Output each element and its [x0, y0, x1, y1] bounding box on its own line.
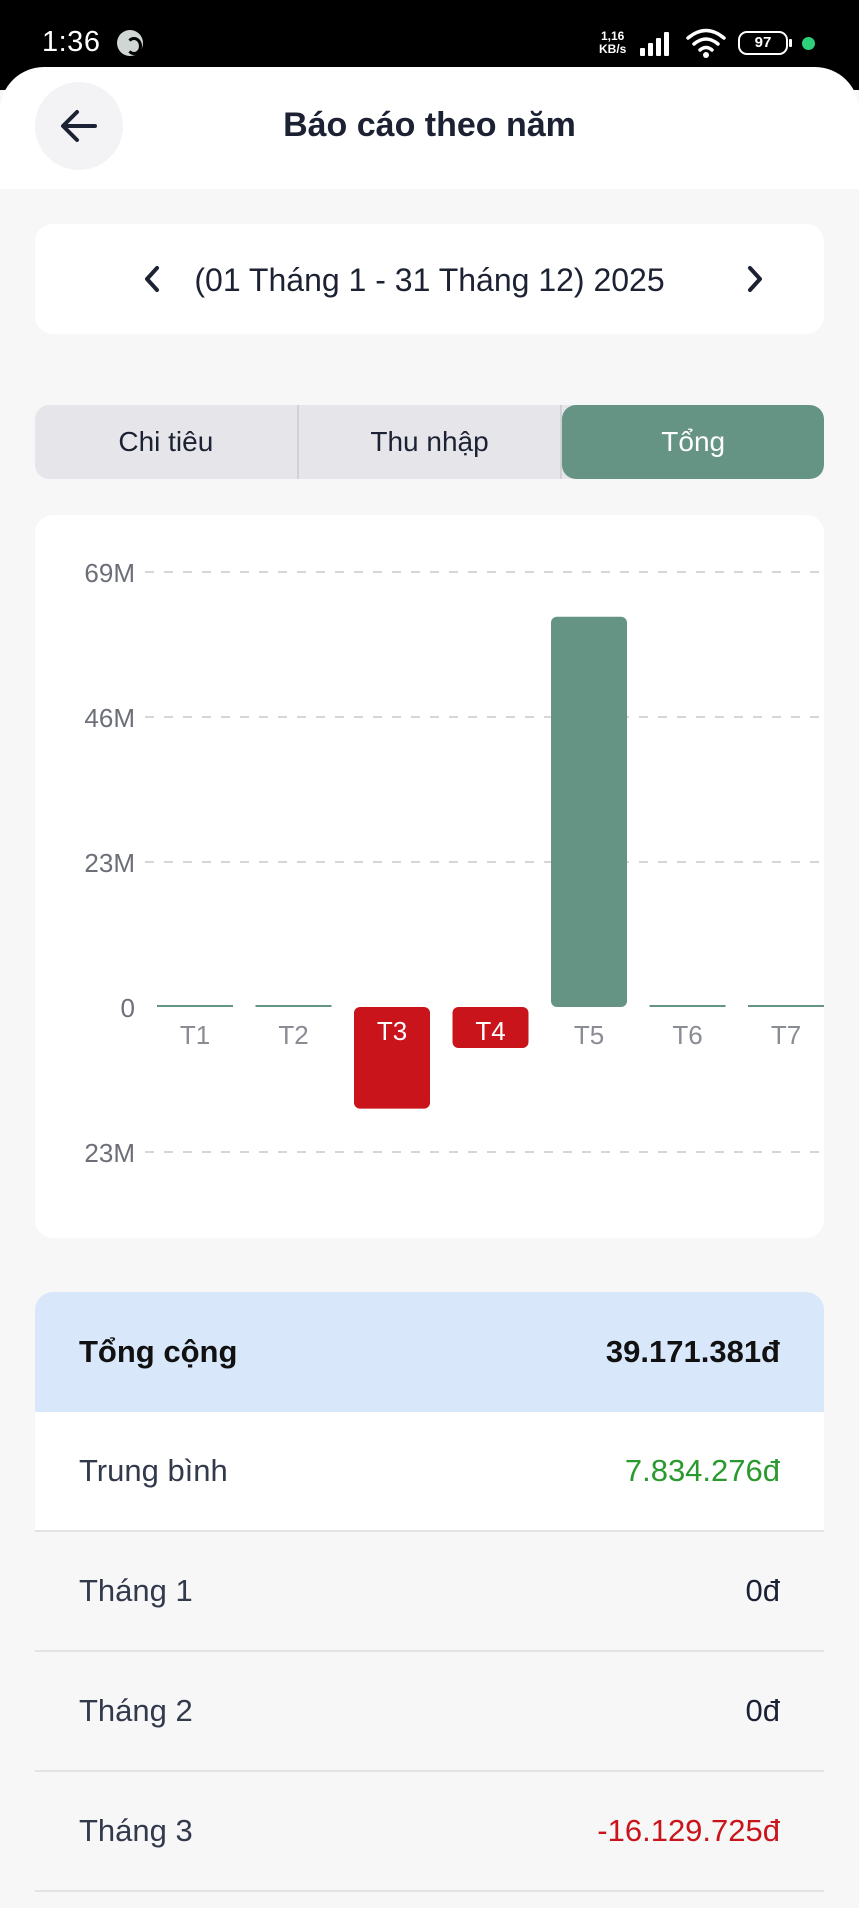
month-value: 0đ — [745, 1693, 780, 1728]
average-label: Trung bình — [79, 1453, 228, 1488]
next-year-button[interactable] — [730, 254, 780, 304]
date-range-selector: (01 Tháng 1 - 31 Tháng 12) 2025 — [35, 224, 824, 334]
y-tick-label: 0 — [121, 993, 135, 1023]
privacy-indicator-dot — [802, 37, 815, 50]
month-label: Tháng 3 — [79, 1813, 193, 1848]
month-row[interactable]: Tháng 3 -16.129.725đ — [35, 1772, 824, 1892]
x-tick-label: T2 — [278, 1020, 308, 1050]
y-tick-label: 46M — [84, 703, 135, 733]
y-tick-label: 23M — [84, 1138, 135, 1168]
x-tick-label: T4 — [475, 1016, 505, 1046]
date-range-label: (01 Tháng 1 - 31 Tháng 12) 2025 — [194, 262, 665, 298]
month-row[interactable]: Tháng 2 0đ — [35, 1652, 824, 1772]
month-row[interactable]: Tháng 1 0đ — [35, 1532, 824, 1652]
status-time: 1:36 — [42, 26, 101, 58]
tab-total[interactable]: Tổng — [562, 405, 824, 479]
month-value: -16.129.725đ — [597, 1813, 780, 1848]
wifi-icon — [686, 28, 726, 58]
average-value: 7.834.276đ — [624, 1453, 780, 1488]
chart-bar[interactable] — [551, 616, 627, 1007]
summary-list: Tổng cộng 39.171.381đ Trung bình 7.834.2… — [35, 1292, 824, 1892]
app-header: Báo cáo theo năm — [0, 67, 859, 189]
page-title: Báo cáo theo năm — [283, 106, 576, 144]
x-tick-label: T6 — [672, 1020, 702, 1050]
network-speed: 1,16 KB/s — [599, 30, 626, 56]
average-row: Trung bình 7.834.276đ — [35, 1412, 824, 1532]
y-tick-label: 69M — [84, 558, 135, 588]
cellular-signal-icon — [640, 30, 676, 56]
chevron-right-icon — [748, 266, 762, 292]
month-value: 0đ — [745, 1573, 780, 1608]
month-label: Tháng 2 — [79, 1693, 193, 1728]
app-notification-icon — [117, 30, 143, 56]
battery-level: 97 — [754, 34, 772, 51]
total-row: Tổng cộng 39.171.381đ — [35, 1292, 824, 1412]
total-value: 39.171.381đ — [605, 1334, 780, 1369]
network-speed-unit: KB/s — [599, 42, 627, 56]
total-label: Tổng cộng — [79, 1334, 238, 1369]
x-tick-label: T7 — [771, 1020, 801, 1050]
report-type-tabs: Chi tiêu Thu nhập Tổng — [35, 405, 824, 479]
bar-chart: 69M 46M 23M 0 23M T1 T2 T3 T4 T5 T6 T7 — [84, 558, 824, 1168]
x-tick-label: T1 — [180, 1020, 210, 1050]
x-tick-label: T5 — [574, 1020, 604, 1050]
month-label: Tháng 1 — [79, 1573, 193, 1608]
x-tick-label: T3 — [377, 1016, 407, 1046]
tab-expense[interactable]: Chi tiêu — [35, 405, 299, 479]
y-tick-label: 23M — [84, 848, 135, 878]
battery-icon: 97 — [738, 31, 792, 55]
bar-chart-card: 69M 46M 23M 0 23M T1 T2 T3 T4 T5 T6 T7 — [35, 515, 824, 1238]
tab-income[interactable]: Thu nhập — [299, 405, 563, 479]
